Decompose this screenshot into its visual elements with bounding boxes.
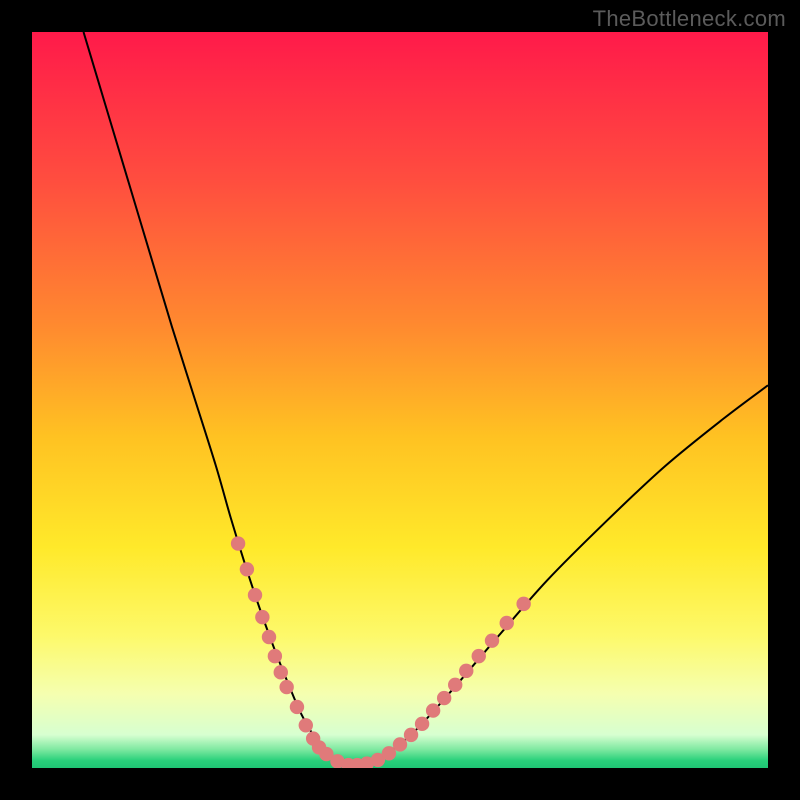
watermark-text: TheBottleneck.com [593, 6, 786, 32]
highlight-dot [231, 536, 245, 550]
highlight-dot [472, 649, 486, 663]
highlight-dot [500, 616, 514, 630]
highlight-dot [299, 718, 313, 732]
highlight-dot [290, 700, 304, 714]
highlight-dot [415, 717, 429, 731]
highlight-dot [516, 597, 530, 611]
highlight-dot [262, 630, 276, 644]
highlight-dot [426, 703, 440, 717]
highlight-dot [268, 649, 282, 663]
gradient-background [32, 32, 768, 768]
plot-svg [32, 32, 768, 768]
highlight-dot [274, 665, 288, 679]
highlight-dot [404, 728, 418, 742]
highlight-dot [437, 691, 451, 705]
highlight-dot [240, 562, 254, 576]
highlight-dot [448, 678, 462, 692]
plot-area [32, 32, 768, 768]
highlight-dot [459, 664, 473, 678]
highlight-dot [248, 588, 262, 602]
outer-frame: TheBottleneck.com [0, 0, 800, 800]
highlight-dot [279, 680, 293, 694]
highlight-dot [255, 610, 269, 624]
highlight-dot [485, 633, 499, 647]
highlight-dot [393, 737, 407, 751]
